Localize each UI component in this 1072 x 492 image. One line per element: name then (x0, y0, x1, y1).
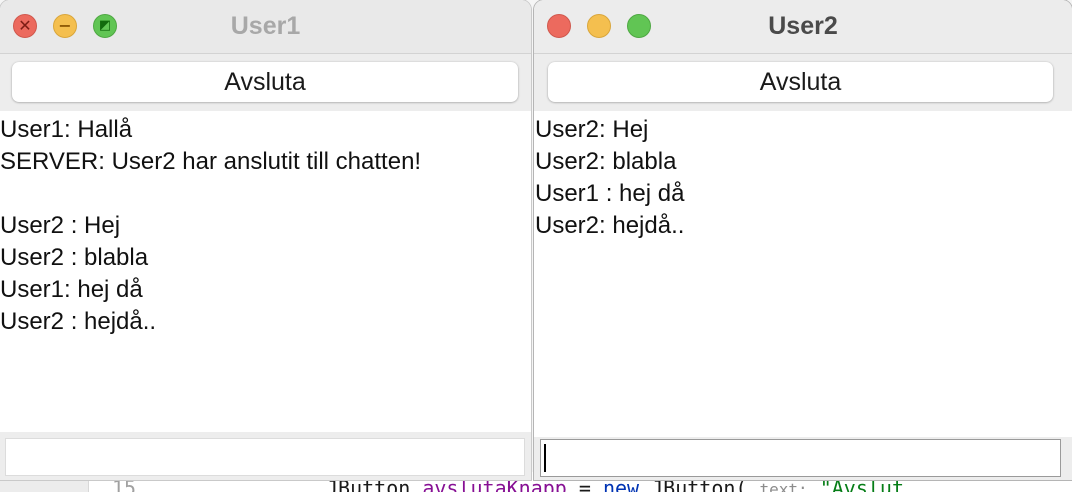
chat-message: User2 : blabla (0, 244, 149, 271)
title-bar[interactable]: ✕ − ◩ User2 (534, 0, 1072, 54)
quit-button[interactable]: Avsluta (12, 62, 518, 102)
chat-message: User2 : hejdå.. (0, 308, 157, 335)
chat-history[interactable]: User1: Hallå SERVER: User2 har anslutit … (0, 112, 531, 432)
chat-window-user1: ✕ − ◩ User1 Avsluta User1: Hallå SERVER:… (0, 0, 531, 480)
button-panel: Avsluta (534, 54, 1072, 111)
chat-message: User2: hejdå.. (535, 212, 685, 239)
chat-message (0, 178, 531, 210)
editor-code-line: JButton avslutaKnapp = new JButton( text… (326, 476, 904, 492)
chat-message: SERVER: User2 har anslutit till chatten! (0, 148, 422, 175)
chat-message: User2: Hej (535, 116, 649, 143)
chat-window-user2: ✕ − ◩ User2 Avsluta User2: Hej User2: bl… (534, 0, 1072, 480)
text-caret (544, 444, 546, 472)
window-title: User2 (768, 12, 838, 40)
chat-message: User1: hej då (0, 276, 143, 303)
button-panel: Avsluta (0, 54, 531, 111)
input-panel (0, 432, 531, 480)
chat-message: User2: blabla (535, 148, 677, 175)
message-input[interactable] (540, 439, 1061, 477)
chat-message: User1 : hej då (535, 180, 685, 207)
editor-line-number: 15 (112, 476, 137, 492)
input-panel (534, 437, 1072, 480)
message-input[interactable] (5, 438, 525, 476)
quit-button[interactable]: Avsluta (548, 62, 1053, 102)
chat-history[interactable]: User2: Hej User2: blabla User1 : hej då … (534, 112, 1072, 437)
window-title: User1 (230, 12, 301, 40)
chat-message: User2 : Hej (0, 212, 121, 239)
title-bar[interactable]: ✕ − ◩ User1 (0, 0, 531, 54)
chat-message: User1: Hallå (0, 116, 133, 143)
